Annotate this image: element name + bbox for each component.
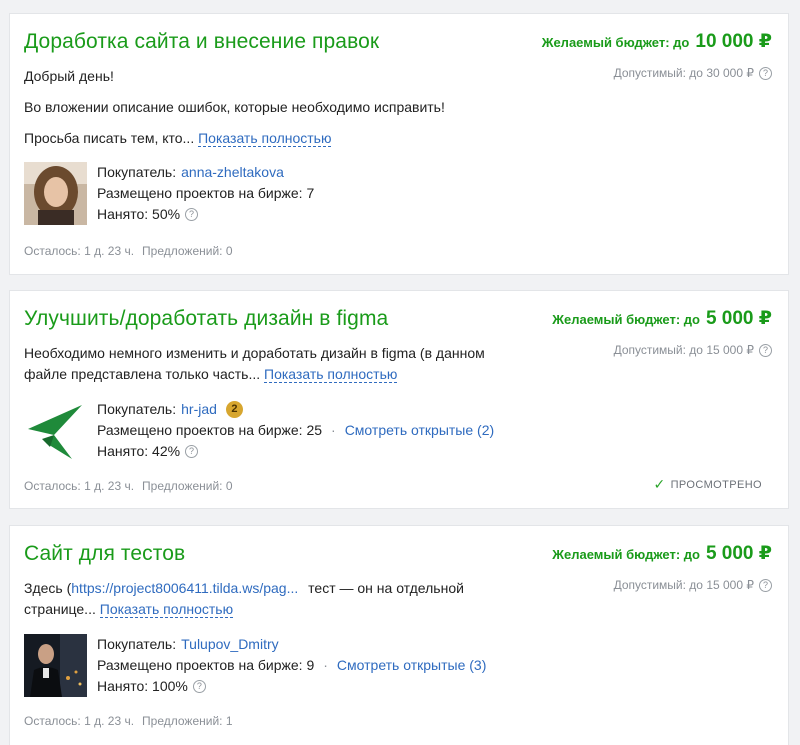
hired-row: Нанято: 100% ? — [97, 676, 486, 697]
time-remaining: Осталось: 1 д. 23 ч. — [24, 714, 135, 728]
description-line: странице... Показать полностью — [24, 599, 524, 620]
placed-projects: Размещено проектов на бирже: 25 — [97, 422, 323, 438]
description-text: Здесь ( — [24, 580, 72, 596]
buyer-block: Покупатель: hr-jad 2 Размещено проектов … — [24, 399, 494, 462]
help-icon[interactable]: ? — [192, 680, 206, 693]
buyer-row: Покупатель: hr-jad 2 — [97, 399, 494, 420]
project-footer: Осталось: 1 д. 23 ч. Предложений: 0 — [24, 244, 233, 258]
buyer-row: Покупатель: Tulupov_Dmitry — [97, 634, 486, 655]
description-text: файле представлена только часть... — [24, 366, 261, 382]
buyer-info: Покупатель: Tulupov_Dmitry Размещено про… — [97, 634, 486, 697]
open-projects-link[interactable]: Смотреть открытые (3) — [337, 655, 486, 676]
checkmark-icon: ✓ — [653, 476, 666, 492]
budget-label: Желаемый бюджет: до — [541, 35, 690, 50]
help-icon[interactable]: ? — [185, 208, 199, 221]
show-more-link[interactable]: Показать полностью — [99, 601, 234, 618]
allowed-budget: Допустимый: до 15 000 ₽ ? — [614, 343, 772, 357]
desired-budget: Желаемый бюджет: до 5 000 ₽ — [552, 542, 772, 565]
help-icon[interactable]: ? — [759, 578, 772, 592]
avatar[interactable] — [24, 634, 87, 697]
project-title[interactable]: Сайт для тестов — [24, 542, 185, 566]
description-text: странице... — [24, 601, 96, 617]
description-line: Здесь (https://project8006411.tilda.ws/p… — [24, 578, 524, 599]
buyer-label: Покупатель: — [97, 401, 177, 417]
show-more-link[interactable]: Показать полностью — [198, 130, 332, 147]
allowed-budget-text: Допустимый: до 15 000 ₽ — [613, 343, 754, 357]
description-line: Необходимо немного изменить и доработать… — [24, 345, 485, 361]
avatar[interactable] — [24, 162, 87, 225]
description-line: Во вложении описание ошибок, которые нео… — [24, 99, 445, 115]
separator-dot: · — [331, 422, 336, 438]
buyer-level-badge: 2 — [225, 401, 243, 418]
project-title[interactable]: Улучшить/доработать дизайн в figma — [24, 307, 388, 331]
project-card: Доработка сайта и внесение правок Желаем… — [9, 13, 789, 275]
buyer-info: Покупатель: anna-zheltakova Размещено пр… — [97, 162, 314, 225]
allowed-budget: Допустимый: до 15 000 ₽ ? — [614, 578, 772, 592]
help-icon[interactable]: ? — [759, 66, 772, 80]
help-icon[interactable]: ? — [185, 445, 199, 458]
desired-budget: Желаемый бюджет: до 5 000 ₽ — [552, 307, 772, 330]
budget-amount: 10 000 ₽ — [695, 31, 772, 52]
description-line: Просьба писать тем, кто... Показать полн… — [24, 128, 524, 149]
budget-amount: 5 000 ₽ — [705, 308, 772, 329]
avatar[interactable] — [24, 399, 87, 462]
desired-budget: Желаемый бюджет: до 10 000 ₽ — [542, 30, 772, 53]
buyer-row: Покупатель: anna-zheltakova — [97, 162, 314, 183]
placed-projects: Размещено проектов на бирже: 7 — [97, 185, 315, 201]
description-line: файле представлена только часть... Показ… — [24, 364, 524, 385]
project-footer: Осталось: 1 д. 23 ч. Предложений: 0 — [24, 479, 233, 493]
allowed-budget-text: Допустимый: до 15 000 ₽ — [613, 578, 754, 592]
offers-count: Предложений: 1 — [142, 714, 233, 728]
buyer-label: Покупатель: — [97, 636, 177, 652]
hired-text: Нанято: 50% — [97, 206, 181, 222]
time-remaining: Осталось: 1 д. 23 ч. — [24, 244, 135, 258]
placed-projects: Размещено проектов на бирже: 9 — [97, 657, 315, 673]
buyer-name-link[interactable]: anna-zheltakova — [181, 162, 284, 183]
time-remaining: Осталось: 1 д. 23 ч. — [24, 479, 135, 493]
budget-label: Желаемый бюджет: до — [552, 312, 700, 327]
allowed-budget-text: Допустимый: до 30 000 ₽ — [613, 66, 754, 80]
description-link[interactable]: https://project8006411.tilda.ws/pag... — [71, 580, 298, 596]
budget-label: Желаемый бюджет: до — [552, 547, 700, 562]
allowed-budget: Допустимый: до 30 000 ₽ ? — [614, 66, 772, 80]
description-text: тест — он на отдельной — [308, 580, 464, 596]
hired-row: Нанято: 42% ? — [97, 441, 494, 462]
show-more-link[interactable]: Показать полностью — [264, 366, 398, 383]
viewed-label: ПРОСМОТРЕНО — [670, 478, 762, 491]
buyer-label: Покупатель: — [97, 164, 177, 180]
buyer-name-link[interactable]: hr-jad — [181, 399, 217, 420]
project-description: Здесь (https://project8006411.tilda.ws/p… — [24, 578, 524, 620]
project-description: Добрый день! Во вложении описание ошибок… — [24, 66, 524, 149]
help-icon[interactable]: ? — [759, 343, 772, 357]
buyer-name-link[interactable]: Tulupov_Dmitry — [181, 634, 279, 655]
separator-dot: · — [323, 657, 328, 673]
budget-amount: 5 000 ₽ — [705, 543, 772, 564]
buyer-info: Покупатель: hr-jad 2 Размещено проектов … — [97, 399, 494, 462]
project-title[interactable]: Доработка сайта и внесение правок — [24, 30, 379, 54]
hired-text: Нанято: 100% — [97, 678, 188, 694]
viewed-status: ✓ ПРОСМОТРЕНО — [653, 476, 762, 493]
hired-text: Нанято: 42% — [97, 443, 181, 459]
project-card: Сайт для тестов Желаемый бюджет: до 5 00… — [9, 525, 789, 745]
hired-row: Нанято: 50% ? — [97, 204, 314, 225]
project-card: Улучшить/доработать дизайн в figma Желае… — [9, 290, 789, 509]
placed-projects-row: Размещено проектов на бирже: 9 · Смотрет… — [97, 655, 486, 676]
buyer-block: Покупатель: Tulupov_Dmitry Размещено про… — [24, 634, 486, 697]
open-projects-link[interactable]: Смотреть открытые (2) — [345, 420, 494, 441]
description-text: Просьба писать тем, кто... — [24, 130, 195, 146]
offers-count: Предложений: 0 — [142, 479, 233, 493]
offers-count: Предложений: 0 — [142, 244, 233, 258]
placed-projects-row: Размещено проектов на бирже: 25 · Смотре… — [97, 420, 494, 441]
buyer-block: Покупатель: anna-zheltakova Размещено пр… — [24, 162, 314, 225]
description-line: Добрый день! — [24, 68, 114, 84]
project-description: Необходимо немного изменить и доработать… — [24, 343, 524, 385]
project-footer: Осталось: 1 д. 23 ч. Предложений: 1 — [24, 714, 233, 728]
